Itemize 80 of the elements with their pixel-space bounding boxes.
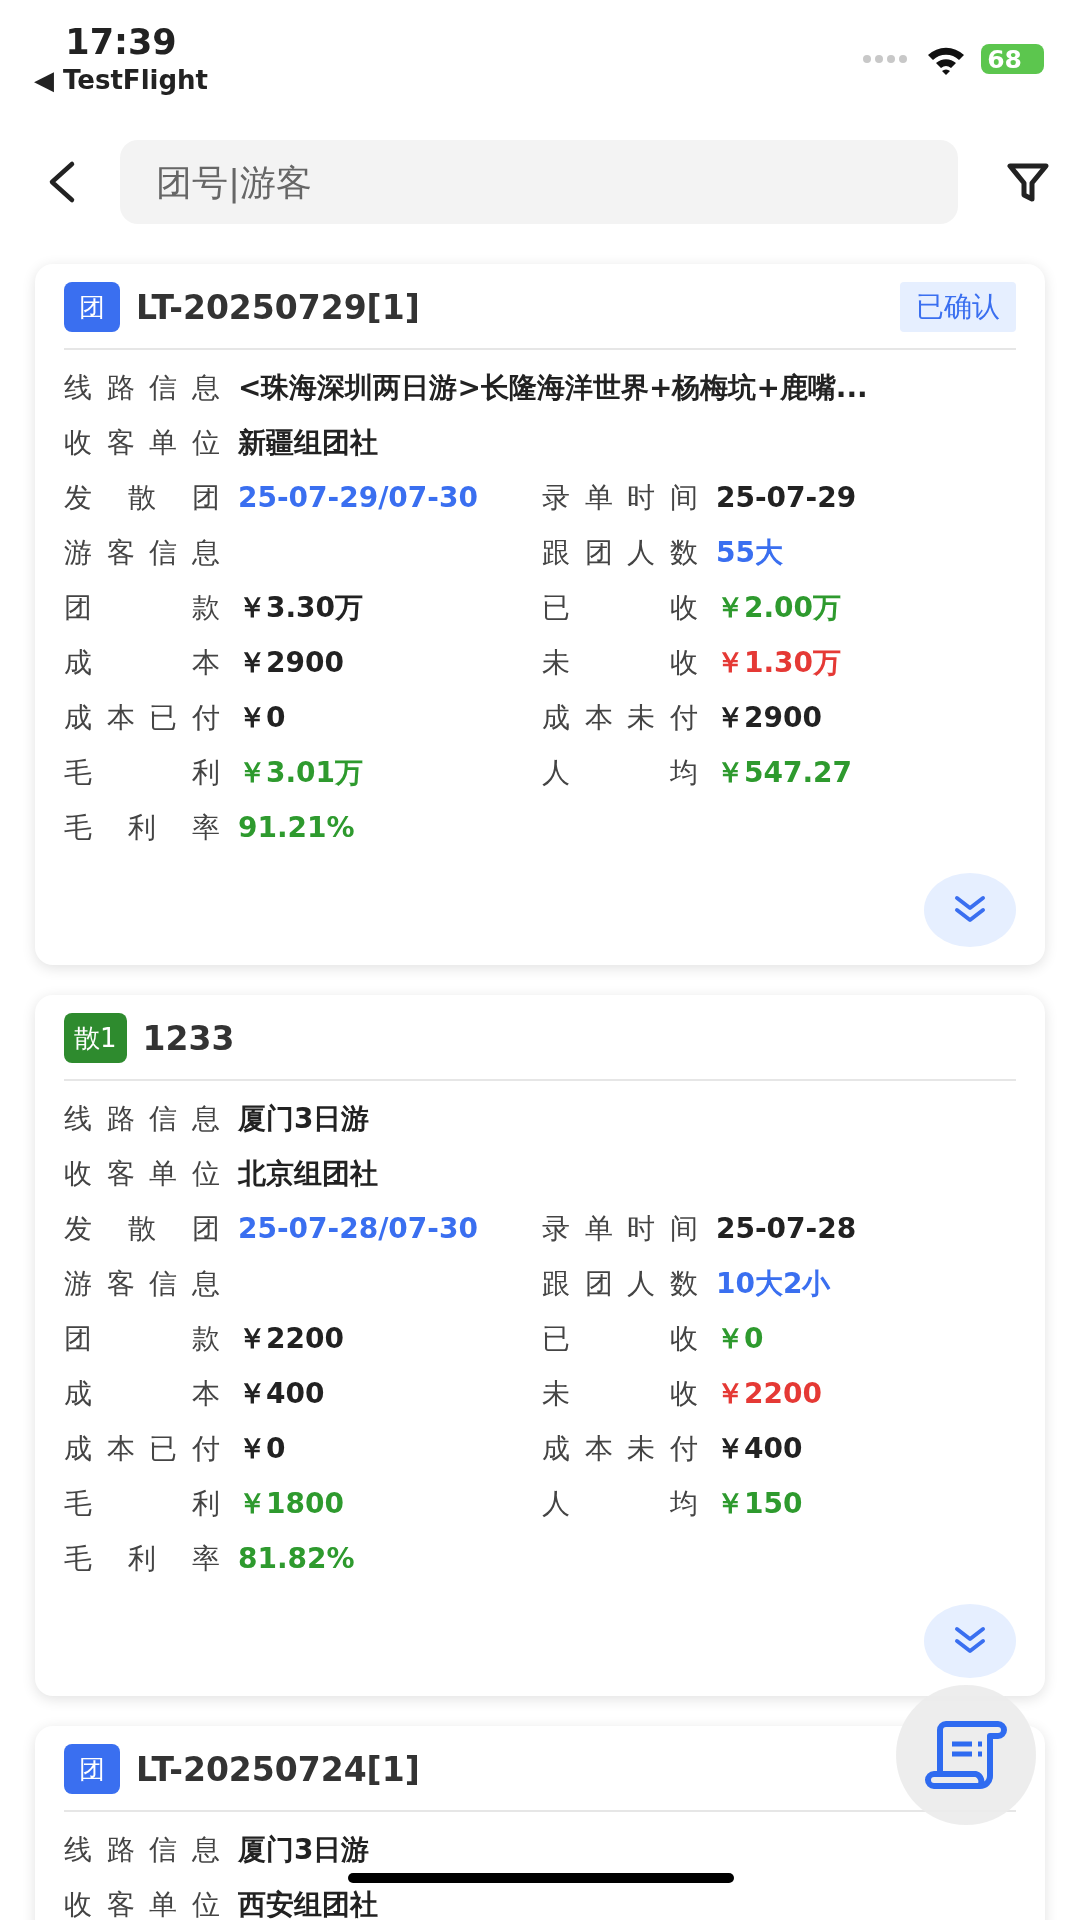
status-badge: 已确认 [900,282,1016,332]
field-value: ￥2200 [716,1375,822,1412]
field-label: 未收 [542,1375,698,1412]
double-chevron-down-icon [953,1626,987,1656]
field-label: 人均 [542,1485,698,1522]
field-label: 游客信息 [64,1265,220,1302]
field-label: 线路信息 [64,1831,220,1868]
field-label: 线路信息 [64,369,220,406]
status-time: 17:39 [65,21,177,64]
scroll-icon [924,1718,1008,1792]
field-value: 25-07-29 [716,481,857,514]
field-label: 已收 [542,589,698,626]
field-label: 成本未付 [542,1430,698,1467]
field-label: 成本 [64,644,220,681]
field-label: 团款 [64,589,220,626]
field-label: 毛利率 [64,809,220,846]
field-label: 毛利 [64,754,220,791]
field-value: ￥547.27 [716,754,853,791]
field-value: 25-07-28 [716,1212,857,1245]
order-number: LT-20250724[1] [136,1749,420,1789]
field-label: 发散团 [64,1210,220,1247]
type-tag: 团 [64,1744,120,1794]
field-label: 未收 [542,644,698,681]
type-tag: 团 [64,282,120,332]
field-label: 收客单位 [64,1155,220,1192]
field-label: 发散团 [64,479,220,516]
field-value: 81.82% [238,1542,355,1575]
order-card[interactable]: 散1 1233 线路信息 厦门3日游 收客单位 北京组团社 发散团 25-07-28/07-30 录单时间 25-07-28 游客信息 跟团人数 10大2小 团款 ￥2200 已收 ￥0 成本 ￥400 未收 ￥2200 成本已付 ￥0 成本未付 ￥400 毛利 ￥1800 人均 ￥150 毛利率 81.82% [35,995,1045,1696]
field-value: 厦门3日游 [238,1100,370,1137]
field-value: ￥3.30万 [238,589,364,626]
field-value: ￥400 [716,1430,803,1467]
field-label: 线路信息 [64,1100,220,1137]
field-value: ￥0 [238,699,286,736]
field-value: ￥0 [716,1320,764,1357]
field-value: ￥1.30万 [716,644,842,681]
field-label: 毛利 [64,1485,220,1522]
field-label: 成本未付 [542,699,698,736]
search-field[interactable]: 团号|游客 [120,140,958,224]
field-value: 北京组团社 [238,1155,378,1192]
field-value: ￥2900 [716,699,822,736]
field-value: <珠海深圳两日游>长隆海洋世界+杨梅坑+鹿嘴... [238,369,868,406]
field-label: 录单时间 [542,479,698,516]
field-label: 成本已付 [64,1430,220,1467]
field-value: ￥2900 [238,644,344,681]
field-value: ￥3.01万 [238,754,364,791]
field-value: 25-07-29/07-30 [238,481,478,514]
field-value: ￥2.00万 [716,589,842,626]
field-value: ￥1800 [238,1485,344,1522]
order-number: 1233 [142,1018,235,1058]
field-value: ￥150 [716,1485,803,1522]
field-value: 新疆组团社 [238,424,378,461]
field-label: 游客信息 [64,534,220,571]
order-card[interactable]: 团 LT-20250724[1] 线路信息 厦门3日游 收客单位 西安组团社 [35,1726,1045,1920]
battery-indicator: 68 [981,44,1044,74]
field-value: 55大 [716,534,783,571]
order-number: LT-20250729[1] [136,287,420,327]
field-label: 毛利率 [64,1540,220,1577]
field-value: 厦门3日游 [238,1831,370,1868]
double-chevron-down-icon [953,895,987,925]
field-label: 跟团人数 [542,1265,698,1302]
type-tag: 散1 [64,1013,127,1063]
order-card[interactable]: 团 LT-20250729[1] 已确认 线路信息 <珠海深圳两日游>长隆海洋世界+杨梅坑+鹿嘴... 收客单位 新疆组团社 发散团 25-07-29/07-30 录单时间 25-07-29 游客信息 跟团人数 55大 团款 ￥3.30万 已收 ￥2.00万 成本 ￥2900 未收 ￥1.30万 成本已付 ￥0 成本未付 ￥2900 毛利 ￥3.01万 人均 ￥547.27 毛利率 91.21% [35,264,1045,965]
field-label: 跟团人数 [542,534,698,571]
field-value: ￥0 [238,1430,286,1467]
field-label: 成本 [64,1375,220,1412]
field-label: 已收 [542,1320,698,1357]
field-label: 录单时间 [542,1210,698,1247]
field-value: ￥400 [238,1375,325,1412]
field-value: 25-07-28/07-30 [238,1212,478,1245]
field-value: 10大2小 [716,1265,831,1302]
field-value: ￥2200 [238,1320,344,1357]
field-label: 人均 [542,754,698,791]
field-value: 91.21% [238,811,355,844]
filter-icon[interactable] [1006,161,1050,203]
back-to-app-link[interactable]: ◀ TestFlight [34,64,208,96]
field-value: 西安组团社 [238,1886,378,1920]
field-label: 成本已付 [64,699,220,736]
field-label: 团款 [64,1320,220,1357]
field-label: 收客单位 [64,1886,220,1920]
field-label: 收客单位 [64,424,220,461]
